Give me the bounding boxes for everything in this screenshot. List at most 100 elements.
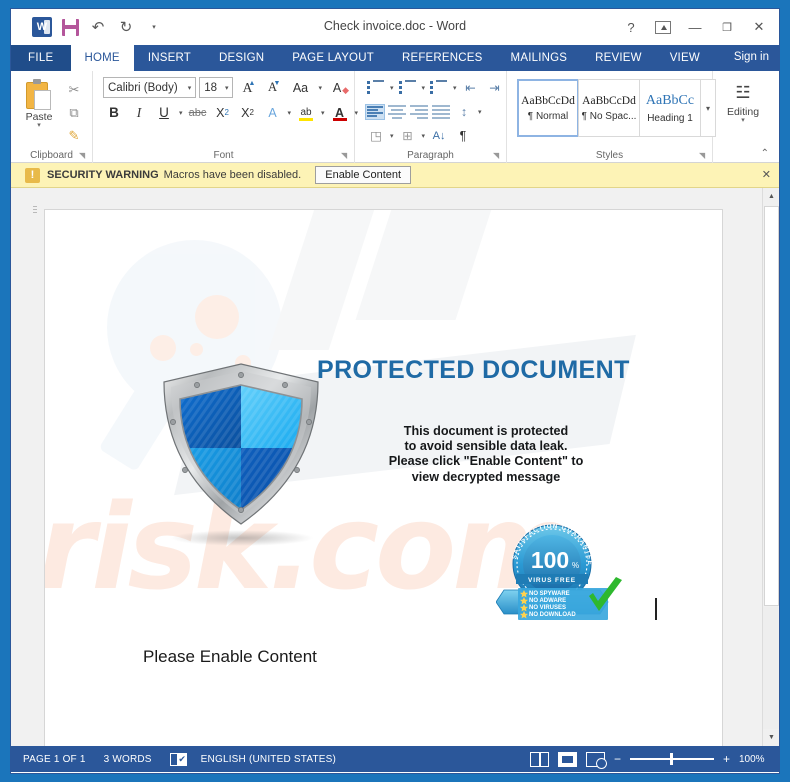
decrease-indent-icon[interactable]: ⇤ [460,77,482,98]
body-line-1: This document is protected [403,424,569,438]
bold-icon[interactable]: B [103,102,125,123]
subscript-icon[interactable]: X2 [212,102,234,123]
editing-caret-icon[interactable]: ▾ [741,117,745,124]
show-marks-icon[interactable]: ¶ [452,125,474,146]
tab-view[interactable]: VIEW [656,45,714,71]
seal-list-3: NO VIRUSES [529,605,566,611]
shield-svg [163,363,319,525]
font-dialog-launcher[interactable]: ◥ [341,151,350,160]
highlight-caret-icon[interactable]: ▾ [320,109,326,117]
close-button[interactable]: ✕ [743,14,775,40]
collapse-ribbon-icon[interactable]: ⌃ [761,148,769,159]
style-heading-1-label: Heading 1 [647,112,693,124]
print-layout-icon[interactable] [557,751,577,767]
help-icon[interactable]: ? [615,14,647,40]
ribbon-group-paragraph: ▾ ▾ ▾ ⇤ ⇥ ↕ ▾ ◳ ▾ ⊞ ▾ A↓ ¶ Paragraph ◥ [355,71,507,163]
tab-page-layout[interactable]: PAGE LAYOUT [278,45,388,71]
font-name-combo[interactable]: Calibri (Body) ▾ [103,77,197,98]
read-mode-icon[interactable] [529,751,549,767]
seal-percent-sign: % [572,561,579,570]
scroll-down-arrow-icon[interactable]: ▼ [763,729,779,746]
font-size-combo[interactable]: 18 ▾ [199,77,234,98]
proofing-icon[interactable]: ✔ [169,752,187,766]
style-no-spacing[interactable]: AaBbCcDd ¶ No Spac... [578,79,640,137]
change-case-caret-icon[interactable]: ▾ [317,84,323,92]
zoom-in-button[interactable]: + [723,752,730,766]
increase-indent-icon[interactable]: ⇥ [484,77,506,98]
align-right-icon[interactable] [409,104,429,120]
zoom-slider-thumb[interactable] [669,753,673,765]
sign-in-link[interactable]: Sign in [734,51,769,63]
ribbon-display-options-icon[interactable] [647,14,679,40]
tab-insert[interactable]: INSERT [134,45,205,71]
tab-design[interactable]: DESIGN [205,45,278,71]
change-case-icon[interactable]: Aa [286,77,314,98]
paste-caret-icon[interactable]: ▾ [37,122,41,129]
multilevel-list-icon[interactable] [428,77,450,98]
zoom-level-label[interactable]: 100% [739,754,769,765]
word-count[interactable]: 3 WORDS [104,754,152,765]
scroll-up-arrow-icon[interactable]: ▲ [763,188,779,205]
highlight-icon[interactable]: ab [295,102,317,123]
scrollbar-thumb[interactable] [764,206,779,606]
guarantee-seal-graphic: SATISFACTION GUARANTEED 100 % VIRUS FREE [493,505,636,622]
italic-icon[interactable]: I [128,102,150,123]
enable-content-button[interactable]: Enable Content [315,166,412,184]
bullets-caret-icon[interactable]: ▾ [389,84,395,92]
security-warning-close-icon[interactable]: ✕ [762,168,771,181]
bullets-icon[interactable] [365,77,387,98]
align-left-icon[interactable] [365,103,385,120]
underline-caret-icon[interactable]: ▾ [178,109,184,117]
page-count[interactable]: PAGE 1 OF 1 [23,754,86,765]
style-normal-label: ¶ Normal [527,110,569,122]
font-color-icon[interactable]: A [329,102,351,123]
restore-button[interactable]: ❐ [711,14,743,40]
tab-home[interactable]: HOME [70,45,134,71]
justify-icon[interactable] [431,104,451,120]
borders-caret-icon[interactable]: ▾ [421,132,427,140]
copy-icon[interactable]: ⧉ [63,103,85,123]
superscript-icon[interactable]: X2 [237,102,259,123]
scrollbar-track[interactable] [763,607,779,729]
text-effects-icon[interactable]: A [262,102,284,123]
seal-list-2: NO ADWARE [529,598,566,604]
numbering-caret-icon[interactable]: ▾ [421,84,427,92]
zoom-slider[interactable] [629,753,714,765]
document-footer-text: Please Enable Content [143,647,317,666]
shrink-font-icon[interactable]: A ▼ [261,77,283,98]
editing-button[interactable]: ☳ Editing ▾ [720,77,766,163]
style-heading-1[interactable]: AaBbCc Heading 1 [639,79,701,137]
text-effects-caret-icon[interactable]: ▾ [287,109,293,117]
clipboard-dialog-launcher[interactable]: ◥ [79,151,88,160]
grow-font-icon[interactable]: A ▲ [236,77,258,98]
tab-file[interactable]: FILE [11,45,71,71]
zoom-out-button[interactable]: − [614,752,621,766]
underline-icon[interactable]: U [153,102,175,123]
language-indicator[interactable]: ENGLISH (UNITED STATES) [201,754,336,765]
format-painter-icon[interactable]: ✎ [63,126,85,146]
borders-icon[interactable]: ⊞ [397,125,419,146]
sort-icon[interactable]: A↓ [428,125,450,146]
align-center-icon[interactable] [387,104,407,120]
strikethrough-icon[interactable]: abc [187,102,209,123]
line-spacing-icon[interactable]: ↕ [453,101,475,122]
web-layout-icon[interactable] [585,751,607,769]
multilevel-caret-icon[interactable]: ▾ [452,84,458,92]
styles-dialog-launcher[interactable]: ◥ [699,151,708,160]
style-heading-1-preview: AaBbCc [645,92,695,108]
shading-icon[interactable]: ◳ [365,125,387,146]
seal-ribbon-text: VIRUS FREE [528,577,576,584]
shading-caret-icon[interactable]: ▾ [389,132,395,140]
tab-references[interactable]: REFERENCES [388,45,497,71]
style-normal[interactable]: AaBbCcDd ¶ Normal [517,79,579,137]
paragraph-dialog-launcher[interactable]: ◥ [493,151,502,160]
minimize-button[interactable]: — [679,14,711,40]
numbering-icon[interactable] [397,77,419,98]
clear-formatting-icon[interactable]: A ◆ [326,77,349,98]
cut-icon[interactable]: ✂ [63,80,85,100]
tab-review[interactable]: REVIEW [581,45,656,71]
vertical-scrollbar[interactable]: ▲ ▼ [762,188,779,746]
document-page[interactable]: risk.com PROTECTED DOCUMENT This documen… [44,209,723,746]
tab-mailings[interactable]: MAILINGS [497,45,582,71]
line-spacing-caret-icon[interactable]: ▾ [477,108,483,116]
